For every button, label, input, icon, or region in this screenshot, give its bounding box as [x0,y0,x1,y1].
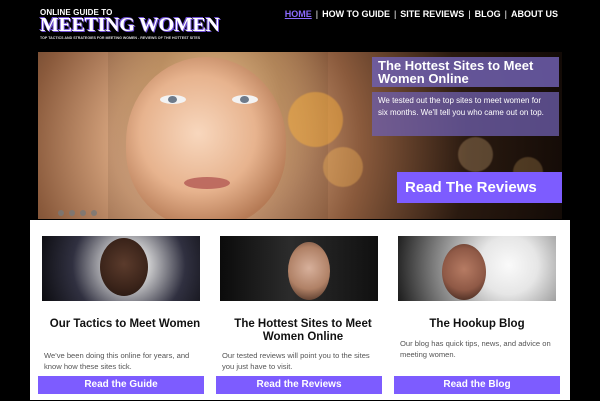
read-guide-button[interactable]: Read the Guide [38,376,204,394]
feature-description: Our blog has quick tips, news, and advic… [400,339,551,359]
feature-description: We've been doing this online for years, … [44,351,190,371]
slider-dots [58,210,97,216]
hero-lips [184,177,230,189]
portrait-photo [100,238,148,296]
feature-heading: Our Tactics to Meet Women [49,318,201,330]
bokeh-light [458,137,493,172]
feature-column-reviews: The Hottest Sites to Meet Women Online O… [216,236,382,401]
feature-description: Our tested reviews will point you to the… [222,351,370,371]
hero-subtitle: We tested out the top sites to meet wome… [372,92,559,136]
feature-image-reviews[interactable] [220,236,378,301]
hero-image-face [126,57,286,219]
feature-image-blog[interactable] [398,236,556,301]
nav-site-reviews[interactable]: SITE REVIEWS [398,9,466,19]
hero-eye-left [160,95,186,104]
slider-dot[interactable] [91,210,97,216]
feature-heading: The Hottest Sites to Meet Women Online [234,318,372,343]
bokeh-light [323,147,363,187]
hero-slider: The Hottest Sites to Meet Women Online W… [38,52,562,219]
nav-how-to-guide[interactable]: HOW TO GUIDE [320,9,392,19]
logo-main-text: MEETING WOMEN [40,14,220,36]
slider-dot[interactable] [80,210,86,216]
nav-blog[interactable]: BLOG [473,9,503,19]
portrait-photo [442,244,486,300]
site-logo[interactable]: ONLINE GUIDE TO MEETING WOMEN TOP TACTIC… [40,8,220,40]
read-blog-button[interactable]: Read the Blog [394,376,560,394]
feature-image-guide[interactable] [42,236,200,301]
feature-column-guide: Our Tactics to Meet Women We've been doi… [38,236,204,401]
logo-tagline: TOP TACTICS AND STRATEGIES FOR MEETING W… [40,36,201,40]
slider-dot[interactable] [58,210,64,216]
nav-home[interactable]: HOME [283,9,314,19]
feature-columns: Our Tactics to Meet Women We've been doi… [30,220,570,400]
hero-eye-right [232,95,258,104]
hero-read-reviews-button[interactable]: Read The Reviews [397,172,562,203]
feature-heading: The Hookup Blog [429,318,525,330]
feature-column-blog: The Hookup Blog Our blog has quick tips,… [394,236,560,401]
hero-title: The Hottest Sites to Meet Women Online [372,57,559,87]
read-reviews-button[interactable]: Read the Reviews [216,376,382,394]
site-header: ONLINE GUIDE TO MEETING WOMEN TOP TACTIC… [0,0,600,52]
nav-about-us[interactable]: ABOUT US [509,9,560,19]
main-navigation: HOME | HOW TO GUIDE | SITE REVIEWS | BLO… [283,7,560,21]
portrait-photo [288,242,330,300]
slider-dot[interactable] [69,210,75,216]
bokeh-light [288,92,343,147]
